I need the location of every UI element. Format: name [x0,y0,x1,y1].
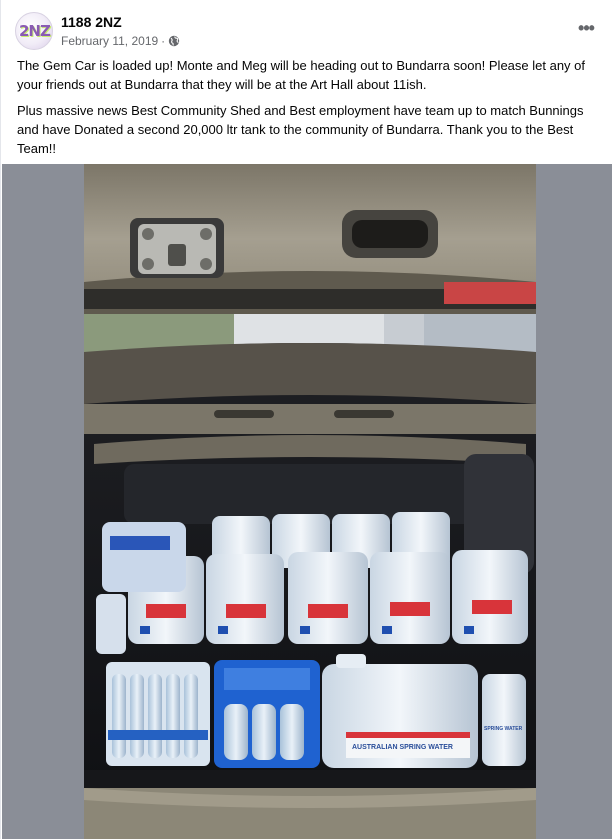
post-header: 2NZ 1188 2NZ February 11, 2019 · ••• [15,12,599,52]
car-boot-water-photo: AUSTRALIAN SPRING WATER SPRING WATER [84,164,536,839]
jug-label-small-text: SPRING WATER [484,726,523,732]
jug-label-text: AUSTRALIAN SPRING WATER [352,744,453,751]
more-horizontal-icon: ••• [578,18,595,38]
post-meta: February 11, 2019 · [61,33,180,49]
more-options-button[interactable]: ••• [573,18,599,38]
page-name-link[interactable]: 1188 2NZ [61,14,122,30]
water-jugs-middle-row [128,550,528,644]
page-avatar[interactable]: 2NZ [15,12,53,50]
photo-container: AUSTRALIAN SPRING WATER SPRING WATER [2,164,612,839]
avatar-logo-text: 2NZ [19,22,51,40]
post-timestamp-link[interactable]: February 11, 2019 [61,34,158,48]
globe-icon [168,35,180,47]
meta-separator: · [161,34,166,48]
post-paragraph-2: Plus massive news Best Community Shed an… [17,103,584,156]
post-paragraph-1: The Gem Car is loaded up! Monte and Meg … [17,58,586,92]
facebook-post: 2NZ 1188 2NZ February 11, 2019 · ••• The… [0,0,612,839]
post-photo[interactable]: AUSTRALIAN SPRING WATER SPRING WATER [84,164,536,839]
post-body: The Gem Car is loaded up! Monte and Meg … [17,56,601,165]
